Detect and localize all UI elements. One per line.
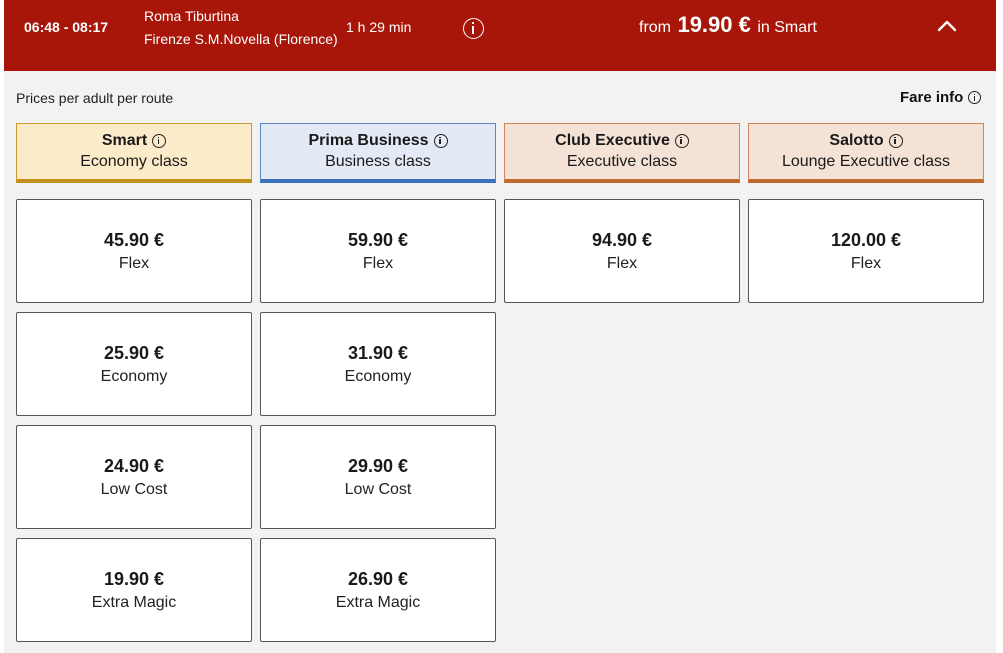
fare-option[interactable]: 120.00 € Flex — [748, 199, 984, 303]
info-icon[interactable] — [463, 18, 484, 39]
fare-type: Extra Magic — [335, 594, 421, 611]
class-subtitle: Business class — [325, 153, 431, 170]
fare-price: 45.90 € — [103, 230, 165, 250]
class-name: Smart — [17, 132, 251, 150]
class-name: Salotto — [749, 132, 983, 150]
fare-info-label: Fare info — [900, 89, 964, 106]
journey-time: 06:48 - 08:17 — [24, 19, 109, 35]
class-header-smart[interactable]: Smart Economy class — [16, 123, 252, 183]
fare-option[interactable]: 19.90 € Extra Magic — [16, 538, 252, 642]
fare-type: Low Cost — [344, 481, 412, 498]
fare-price: 94.90 € — [591, 230, 653, 250]
class-header-prima-business[interactable]: Prima Business Business class — [260, 123, 496, 183]
fare-price: 29.90 € — [347, 456, 409, 476]
class-header-club-executive[interactable]: Club Executive Executive class — [504, 123, 740, 183]
fare-price: 24.90 € — [103, 456, 165, 476]
fare-option[interactable]: 59.90 € Flex — [260, 199, 496, 303]
price-prefix: from — [639, 19, 671, 36]
fare-option[interactable]: 29.90 € Low Cost — [260, 425, 496, 529]
price-suffix: in Smart — [757, 19, 817, 36]
price-summary: from 19.90 € in Smart — [639, 12, 817, 38]
destination-station: Firenze S.M.Novella (Florence) — [144, 31, 338, 47]
fare-type: Flex — [118, 255, 150, 272]
fare-option[interactable]: 45.90 € Flex — [16, 199, 252, 303]
info-icon — [968, 91, 982, 104]
fare-type: Flex — [606, 255, 638, 272]
class-name-label: Smart — [101, 132, 148, 149]
journey-duration: 1 h 29 min — [346, 19, 412, 35]
fare-option[interactable]: 24.90 € Low Cost — [16, 425, 252, 529]
class-name: Prima Business — [261, 132, 495, 150]
class-name-label: Club Executive — [555, 132, 670, 149]
fare-price: 120.00 € — [830, 230, 902, 250]
fare-type: Extra Magic — [91, 594, 177, 611]
class-subtitle: Economy class — [80, 153, 188, 170]
fare-option[interactable]: 31.90 € Economy — [260, 312, 496, 416]
info-icon[interactable] — [674, 134, 689, 148]
fare-price: 26.90 € — [347, 569, 409, 589]
fare-price: 25.90 € — [103, 343, 165, 363]
fare-type: Flex — [362, 255, 394, 272]
fare-option[interactable]: 26.90 € Extra Magic — [260, 538, 496, 642]
fare-option[interactable]: 94.90 € Flex — [504, 199, 740, 303]
prices-note: Prices per adult per route — [16, 90, 174, 106]
chevron-up-icon[interactable] — [934, 16, 960, 36]
fare-type: Low Cost — [100, 481, 168, 498]
origin-station: Roma Tiburtina — [144, 8, 239, 24]
info-icon[interactable] — [152, 134, 167, 148]
fare-price: 59.90 € — [347, 230, 409, 250]
fare-type: Flex — [850, 255, 882, 272]
fare-price: 31.90 € — [347, 343, 409, 363]
fare-type: Economy — [100, 368, 168, 385]
class-subtitle: Executive class — [566, 153, 678, 170]
class-header-salotto[interactable]: Salotto Lounge Executive class — [748, 123, 984, 183]
fare-option[interactable]: 25.90 € Economy — [16, 312, 252, 416]
fare-type: Economy — [344, 368, 412, 385]
journey-header[interactable]: 06:48 - 08:17 Roma Tiburtina Firenze S.M… — [4, 0, 996, 71]
class-name: Club Executive — [505, 132, 739, 150]
info-icon[interactable] — [888, 134, 903, 148]
info-icon[interactable] — [433, 134, 448, 148]
class-name-label: Salotto — [829, 132, 884, 149]
lowest-price: 19.90 € — [677, 12, 751, 37]
class-subtitle: Lounge Executive class — [781, 153, 951, 170]
fare-info-link[interactable]: Fare info — [900, 89, 982, 106]
class-name-label: Prima Business — [308, 132, 429, 149]
fare-price: 19.90 € — [103, 569, 165, 589]
